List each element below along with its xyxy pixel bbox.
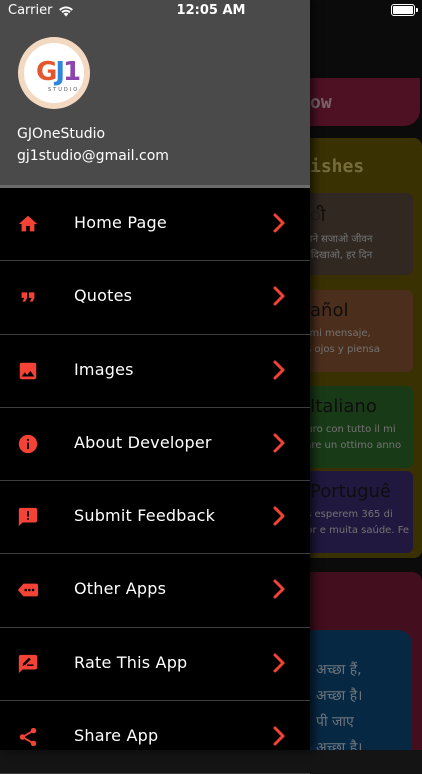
menu-item-submit-feedback[interactable]: Submit Feedback <box>0 481 310 555</box>
navigation-drawer: GJ1 STUDIO GJOneStudio gj1studio@gmail.c… <box>0 0 310 774</box>
status-time: 12:05 AM <box>176 3 246 18</box>
menu-item-about-developer[interactable]: About Developer <box>0 408 310 482</box>
battery-icon <box>391 4 418 16</box>
more-apps-icon <box>17 584 39 597</box>
menu-item-images[interactable]: Images <box>0 335 310 408</box>
user-name: GJOneStudio <box>17 126 106 142</box>
share-icon <box>19 727 37 747</box>
chevron-right-icon <box>273 726 285 746</box>
menu-item-quotes[interactable]: Quotes <box>0 261 310 335</box>
chevron-right-icon <box>273 579 285 599</box>
menu-item-label: Rate This App <box>74 652 188 672</box>
menu-item-label: Images <box>74 359 134 379</box>
menu-item-rate-this-app[interactable]: Rate This App <box>0 628 310 702</box>
menu-item-label: Share App <box>74 726 159 746</box>
chevron-right-icon <box>273 653 285 673</box>
menu-item-home-page[interactable]: Home Page <box>0 188 310 262</box>
chevron-right-icon <box>273 506 285 526</box>
logo-badge: GJ1 STUDIO <box>24 43 84 103</box>
info-icon <box>18 434 38 454</box>
menu-item-label: Quotes <box>74 286 133 306</box>
menu-item-other-apps[interactable]: Other Apps <box>0 554 310 628</box>
menu-item-label: Other Apps <box>74 579 167 599</box>
chevron-right-icon <box>273 360 285 380</box>
logo-subtext: STUDIO <box>48 87 80 93</box>
menu-item-label: Submit Feedback <box>74 506 216 526</box>
feedback-icon <box>18 508 38 527</box>
home-icon <box>18 215 38 232</box>
menu-item-share-app[interactable]: Share App <box>0 701 310 774</box>
drawer-header: GJ1 STUDIO GJOneStudio gj1studio@gmail.c… <box>0 0 310 185</box>
status-bar: Carrier 12:05 AM <box>0 0 422 22</box>
rate-icon <box>18 654 38 673</box>
quote-icon <box>21 292 35 302</box>
menu-item-label: Home Page <box>74 213 167 232</box>
chevron-right-icon <box>273 433 285 453</box>
user-email: gj1studio@gmail.com <box>17 148 169 164</box>
studio-logo: GJ1 <box>36 57 81 87</box>
avatar[interactable]: GJ1 STUDIO <box>18 37 90 109</box>
menu-item-label: About Developer <box>74 432 212 452</box>
drawer-menu: Home Page Quotes Images About Developer … <box>0 188 310 774</box>
image-icon <box>19 362 37 379</box>
chevron-right-icon <box>273 213 285 233</box>
chevron-right-icon <box>273 286 285 306</box>
